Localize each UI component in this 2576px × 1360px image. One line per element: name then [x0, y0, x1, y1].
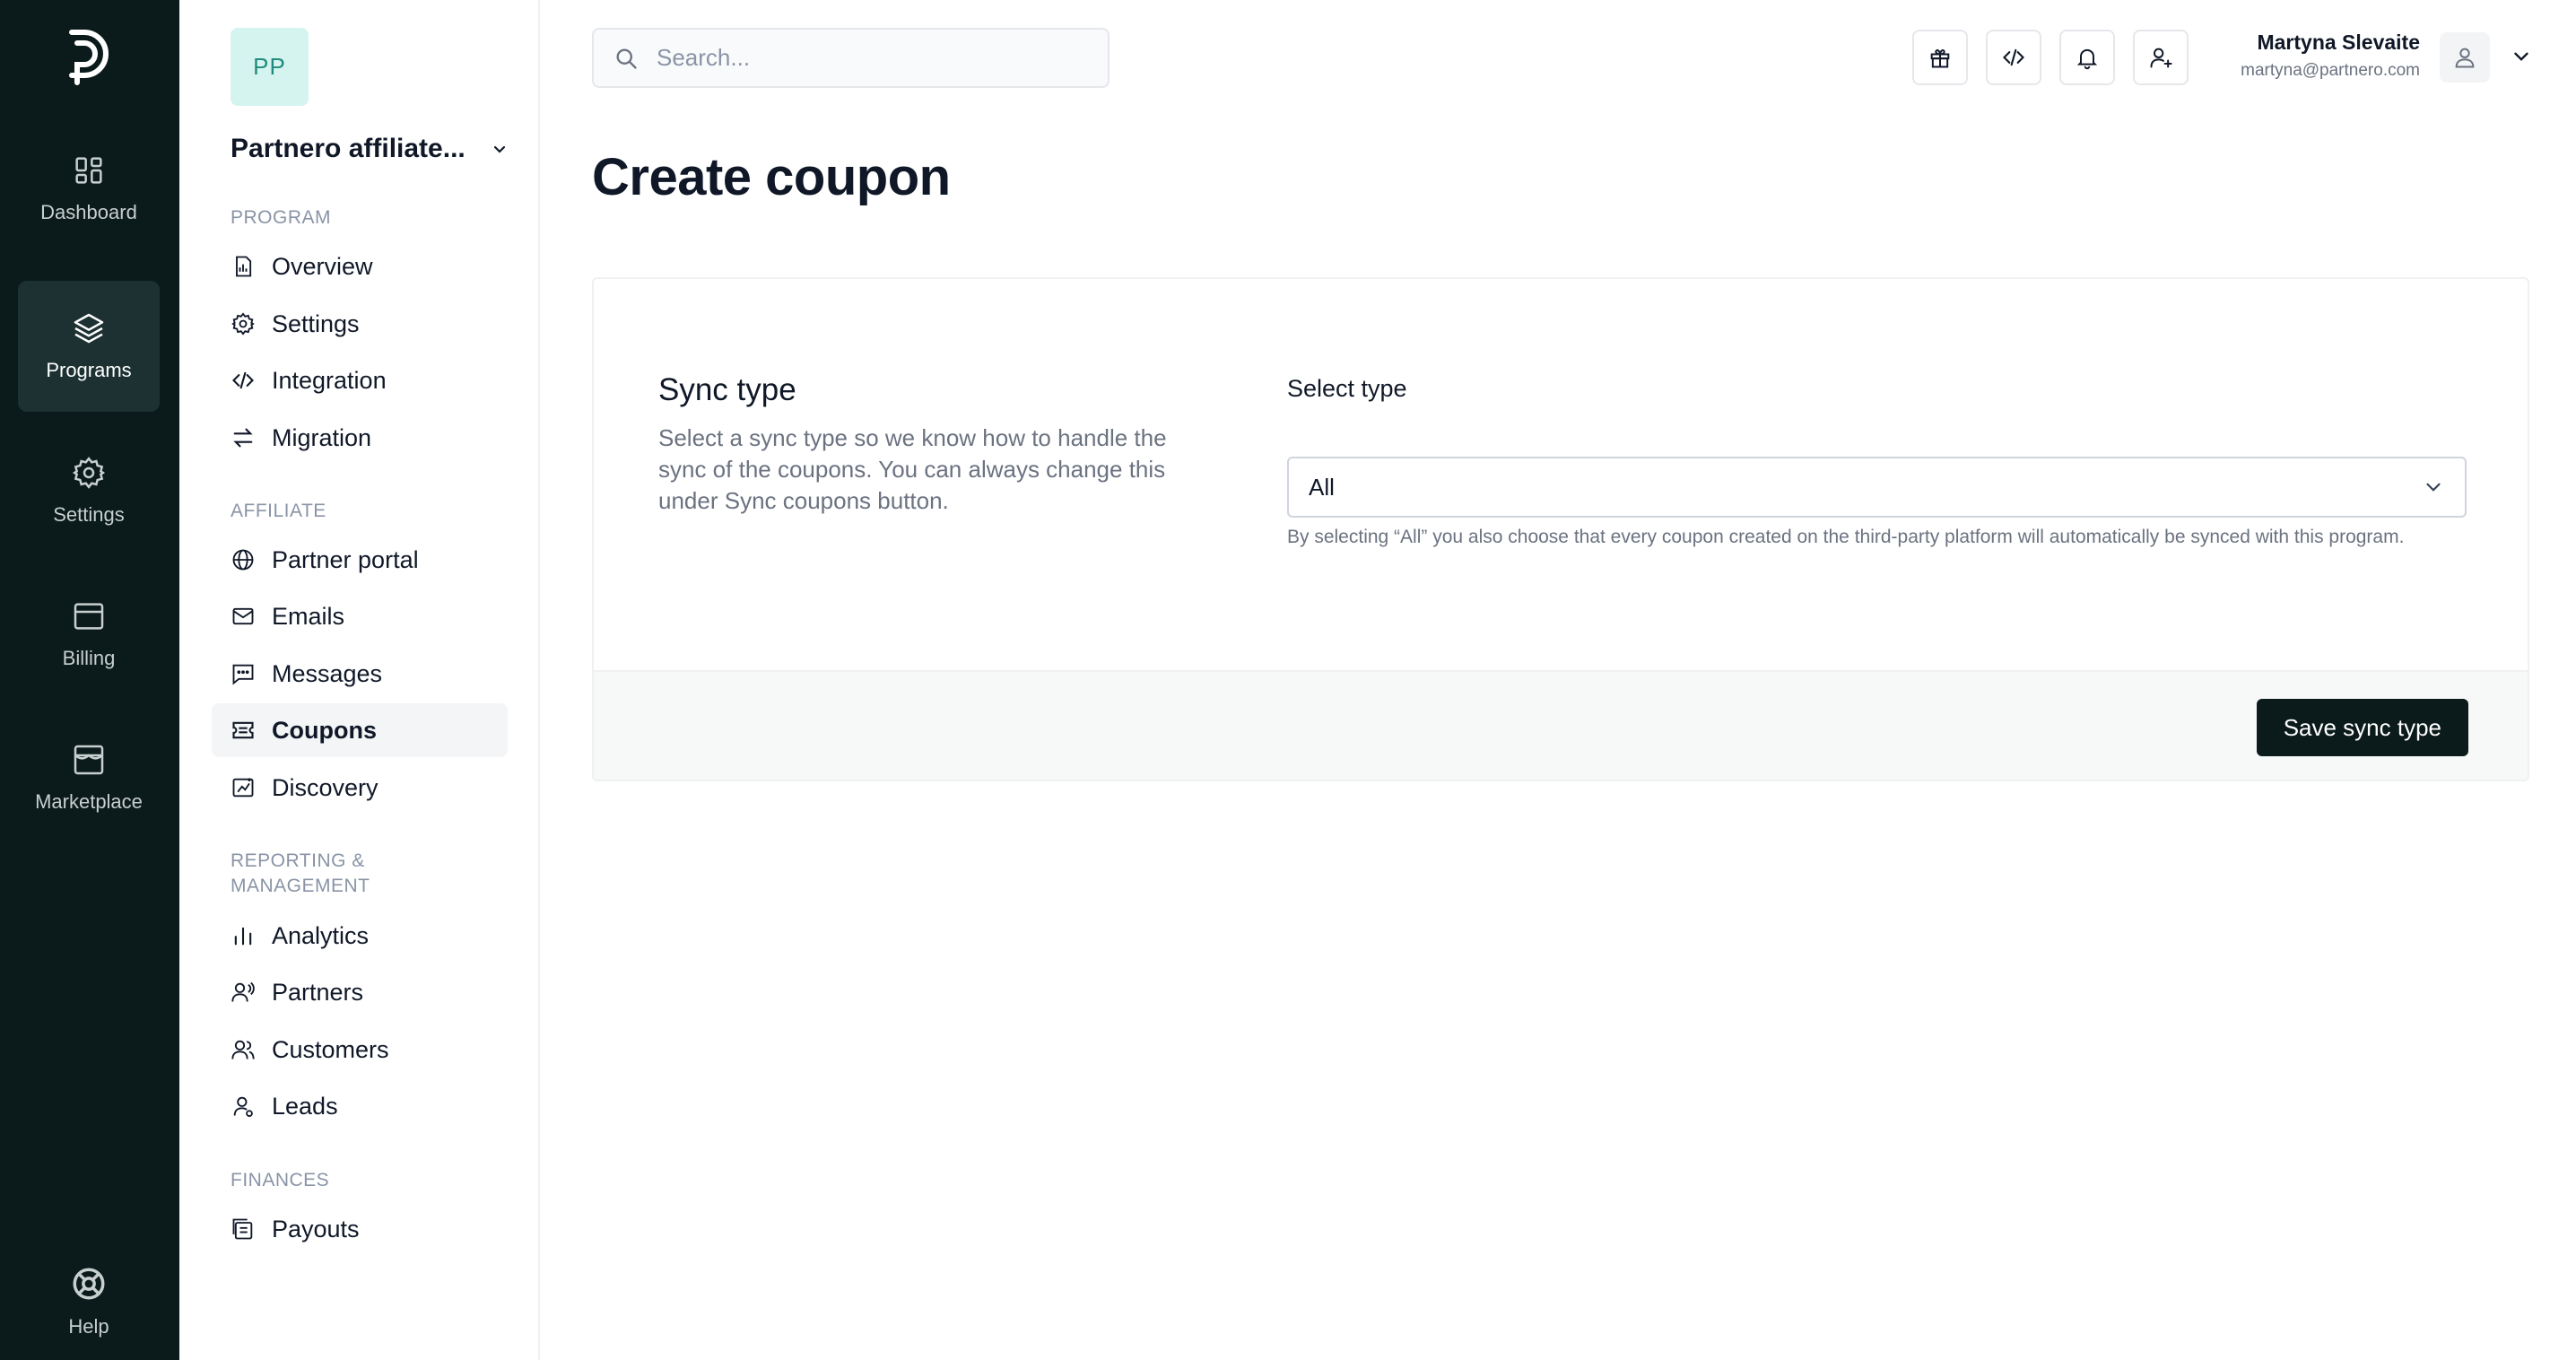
card-description: Select a sync type so we know how to han… — [658, 424, 1167, 514]
ticket-icon — [232, 721, 254, 739]
sidebar-item-leads[interactable]: Leads — [212, 1079, 508, 1133]
sidebar-item-coupons[interactable]: Coupons — [212, 703, 508, 757]
notifications-button[interactable] — [2059, 30, 2115, 85]
sidebar-item-settings[interactable]: Settings — [212, 297, 508, 351]
gear-icon — [72, 457, 106, 489]
user-avatar[interactable] — [2440, 32, 2490, 83]
global-search[interactable] — [592, 28, 1110, 88]
payouts-icon — [232, 1218, 253, 1240]
dashboard-icon — [75, 157, 102, 184]
sidebar-item-messages[interactable]: Messages — [212, 647, 508, 701]
message-icon — [232, 664, 254, 685]
program-sidebar: PP Partnero affiliate... PROGRAM Overvie… — [179, 0, 540, 1360]
rail-help-label: Help — [68, 1315, 109, 1338]
globe-icon — [232, 549, 254, 571]
partner-icon — [231, 981, 255, 1002]
discovery-chart-icon — [232, 778, 254, 798]
partnero-logo[interactable] — [65, 27, 113, 86]
rail-item-dashboard[interactable]: Dashboard — [18, 123, 160, 254]
page-title: Create coupon — [592, 148, 951, 206]
search-input[interactable] — [657, 44, 1087, 72]
invite-user-button[interactable] — [2133, 30, 2189, 85]
sidebar-item-label: Partner portal — [272, 545, 419, 573]
sidebar-item-customers[interactable]: Customers — [212, 1023, 508, 1077]
rail-item-billing[interactable]: Billing — [18, 569, 160, 700]
report-icon — [236, 256, 252, 277]
sidebar-item-partner-portal[interactable]: Partner portal — [212, 533, 508, 587]
users-icon — [231, 1040, 255, 1059]
main-rail: Dashboard Programs Settings Billing Mark… — [0, 0, 179, 1360]
section-title-affiliate: AFFILIATE — [231, 501, 326, 521]
rail-item-label: Marketplace — [35, 790, 143, 813]
mail-icon — [232, 607, 254, 625]
user-name: Martyna Slevaite — [2257, 31, 2420, 54]
select-help-text: By selecting “All” you also choose that … — [1287, 527, 2405, 547]
user-menu-chevron-icon[interactable] — [2510, 45, 2533, 68]
rail-item-label: Dashboard — [40, 201, 137, 223]
sidebar-item-label: Leads — [272, 1092, 338, 1120]
user-plus-icon — [2150, 48, 2172, 68]
gift-button[interactable] — [1912, 30, 1968, 85]
sidebar-item-label: Payouts — [272, 1215, 360, 1242]
sidebar-item-label: Customers — [272, 1035, 389, 1063]
rail-item-label: Billing — [62, 647, 116, 669]
sidebar-item-label: Integration — [272, 366, 387, 394]
rail-item-settings[interactable]: Settings — [18, 425, 160, 556]
chevron-down-icon — [2426, 483, 2441, 492]
billing-icon — [74, 603, 104, 630]
select-value: All — [1309, 473, 1335, 501]
gift-icon — [1930, 48, 1950, 68]
program-name: Partnero affiliate... — [231, 134, 466, 163]
search-icon — [616, 48, 637, 69]
sidebar-item-emails[interactable]: Emails — [212, 589, 508, 643]
section-title-management: MANAGEMENT — [231, 876, 370, 896]
sidebar-item-integration[interactable]: Integration — [212, 353, 508, 407]
sync-type-select[interactable]: All — [1287, 457, 2467, 518]
sidebar-item-label: Emails — [272, 602, 345, 630]
user-email: martyna@partnero.com — [2241, 61, 2420, 80]
user-icon — [2455, 48, 2475, 68]
section-title-program: PROGRAM — [231, 207, 332, 228]
sidebar-item-label: Settings — [272, 309, 360, 337]
store-icon — [74, 745, 104, 775]
sidebar-item-label: Messages — [272, 659, 383, 687]
sidebar-item-label: Overview — [272, 252, 373, 280]
bell-icon — [2076, 48, 2098, 70]
code-icon — [2003, 48, 2024, 66]
sidebar-item-analytics[interactable]: Analytics — [212, 909, 508, 963]
code-icon — [232, 371, 254, 389]
section-title-reporting: REPORTING & — [231, 850, 365, 871]
rail-item-label: Programs — [46, 359, 132, 381]
swap-arrows-icon — [233, 428, 253, 448]
program-switcher[interactable]: Partnero affiliate... — [231, 131, 510, 167]
rail-item-help[interactable]: Help — [18, 1265, 160, 1360]
program-avatar: PP — [231, 28, 309, 106]
select-type-label: Select type — [1287, 375, 1407, 402]
gear-icon — [231, 312, 255, 336]
sidebar-item-label: Coupons — [272, 716, 377, 744]
sidebar-item-overview[interactable]: Overview — [212, 240, 508, 293]
sync-type-card: Sync type Select a sync type so we know … — [592, 277, 2529, 781]
rail-item-programs[interactable]: Programs — [18, 281, 160, 412]
chevron-down-icon — [493, 145, 506, 153]
sidebar-item-label: Migration — [272, 423, 372, 451]
sidebar-item-migration[interactable]: Migration — [212, 411, 508, 465]
sidebar-item-discovery[interactable]: Discovery — [212, 761, 508, 815]
developer-button[interactable] — [1986, 30, 2041, 85]
user-icon — [233, 1096, 253, 1118]
sidebar-item-label: Discovery — [272, 773, 379, 801]
rail-item-marketplace[interactable]: Marketplace — [18, 712, 160, 843]
bar-chart-icon — [234, 927, 252, 946]
sidebar-item-label: Analytics — [272, 921, 370, 949]
help-lifebuoy-icon — [73, 1268, 105, 1300]
section-title-finances: FINANCES — [231, 1170, 330, 1190]
card-title: Sync type — [658, 372, 796, 407]
sidebar-item-label: Partners — [272, 978, 364, 1006]
layers-icon — [74, 313, 104, 344]
rail-item-label: Settings — [53, 503, 125, 526]
save-sync-type-button[interactable]: Save sync type — [2256, 699, 2468, 756]
sidebar-item-partners[interactable]: Partners — [212, 965, 508, 1019]
sidebar-item-payouts[interactable]: Payouts — [212, 1202, 508, 1256]
card-footer: Save sync type — [594, 670, 2528, 780]
